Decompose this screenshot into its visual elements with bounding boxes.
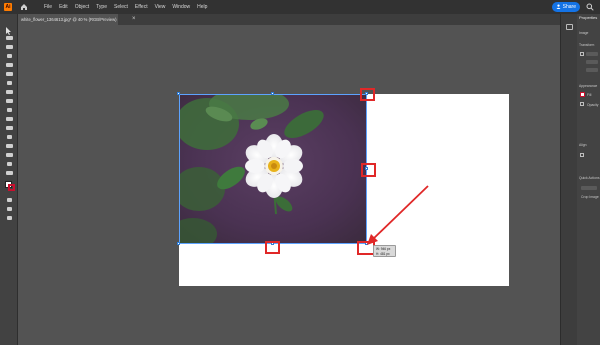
row-opacity: Opacity	[587, 103, 599, 107]
menu-edit[interactable]: Edit	[59, 4, 68, 10]
document-tab[interactable]: white_flower_1364613.jpg* @ 40 % (RGB/Pr…	[18, 14, 118, 25]
edit-toolbar-button[interactable]	[7, 216, 12, 220]
resize-handle-bottom-left[interactable]	[177, 242, 180, 245]
paintbrush-tool[interactable]	[6, 90, 13, 94]
rotate-tool[interactable]	[6, 117, 13, 121]
hand-tool[interactable]	[6, 171, 13, 175]
crop-image-button[interactable]	[581, 186, 597, 190]
properties-icon[interactable]	[566, 24, 573, 30]
section-transform: Transform	[579, 43, 595, 47]
menu-bar: Ai File Edit Object Type Select Effect V…	[0, 0, 600, 14]
draw-mode-tool[interactable]	[7, 198, 12, 202]
menu-items: File Edit Object Type Select Effect View…	[44, 4, 214, 10]
panel-icon-strip	[560, 14, 577, 345]
tab-properties[interactable]: Properties	[579, 15, 597, 20]
pencil-tool[interactable]	[6, 99, 13, 103]
eyedropper-tool[interactable]	[7, 162, 12, 166]
pen-tool[interactable]	[6, 45, 13, 49]
rectangle-tool[interactable]	[7, 81, 12, 85]
transform-angle-field[interactable]	[586, 68, 598, 72]
app-logo: Ai	[4, 3, 12, 11]
menu-view[interactable]: View	[155, 4, 166, 10]
search-icon[interactable]	[585, 2, 595, 12]
menu-select[interactable]: Select	[114, 4, 128, 10]
screen-mode-tool[interactable]	[7, 207, 12, 211]
menu-help[interactable]: Help	[197, 4, 207, 10]
menu-object[interactable]: Object	[75, 4, 89, 10]
direct-selection-tool[interactable]	[6, 36, 13, 40]
row-fill: Fill	[587, 93, 592, 97]
tools-panel	[0, 14, 18, 345]
illustrator-window: Ai File Edit Object Type Select Effect V…	[0, 0, 600, 345]
menu-file[interactable]: File	[44, 4, 52, 10]
annotation-box-middle-right	[361, 163, 376, 177]
type-tool[interactable]	[6, 63, 13, 67]
share-label: Share	[562, 4, 576, 10]
scale-tool[interactable]	[6, 126, 13, 130]
properties-panel: Properties Image Transform Appearance Fi…	[577, 14, 600, 345]
eraser-tool[interactable]	[7, 108, 12, 112]
menu-type[interactable]: Type	[96, 4, 107, 10]
align-left-icon[interactable]	[580, 153, 584, 157]
section-appearance: Appearance	[579, 84, 598, 88]
dimension-tooltip: W: 946 px H: 481 px	[373, 245, 396, 257]
user-icon	[556, 4, 561, 11]
reference-point-icon[interactable]	[580, 52, 584, 56]
share-button[interactable]: Share	[551, 2, 580, 12]
section-image: Image	[579, 31, 589, 35]
stroke-swatch[interactable]	[8, 184, 15, 191]
transform-w-field[interactable]	[586, 60, 598, 64]
tooltip-height: H: 481 px	[376, 251, 390, 256]
resize-handle-top-left[interactable]	[177, 92, 180, 95]
section-align: Align	[579, 143, 587, 147]
fill-swatch-panel[interactable]	[580, 92, 585, 97]
annotation-box-bottom-middle	[265, 241, 280, 254]
resize-handle-top-middle[interactable]	[271, 92, 274, 95]
section-quick-actions: Quick Actions	[579, 176, 600, 180]
annotation-box-top-right	[360, 88, 375, 101]
menu-effect[interactable]: Effect	[135, 4, 148, 10]
line-tool[interactable]	[6, 72, 13, 76]
menu-window[interactable]: Window	[172, 4, 190, 10]
curvature-tool[interactable]	[7, 54, 12, 58]
close-icon[interactable]: ×	[132, 16, 136, 23]
stroke-swatch-panel[interactable]	[580, 102, 584, 106]
transform-x-field[interactable]	[586, 52, 598, 56]
placed-flower-image[interactable]	[179, 94, 367, 244]
width-tool[interactable]	[7, 135, 12, 139]
free-transform-tool[interactable]	[6, 144, 13, 148]
row-crop-image: Crop Image	[581, 195, 599, 199]
home-icon[interactable]	[18, 2, 30, 12]
shape-builder-tool[interactable]	[6, 153, 13, 157]
document-tab-bar: white_flower_1364613.jpg* @ 40 % (RGB/Pr…	[18, 14, 560, 25]
